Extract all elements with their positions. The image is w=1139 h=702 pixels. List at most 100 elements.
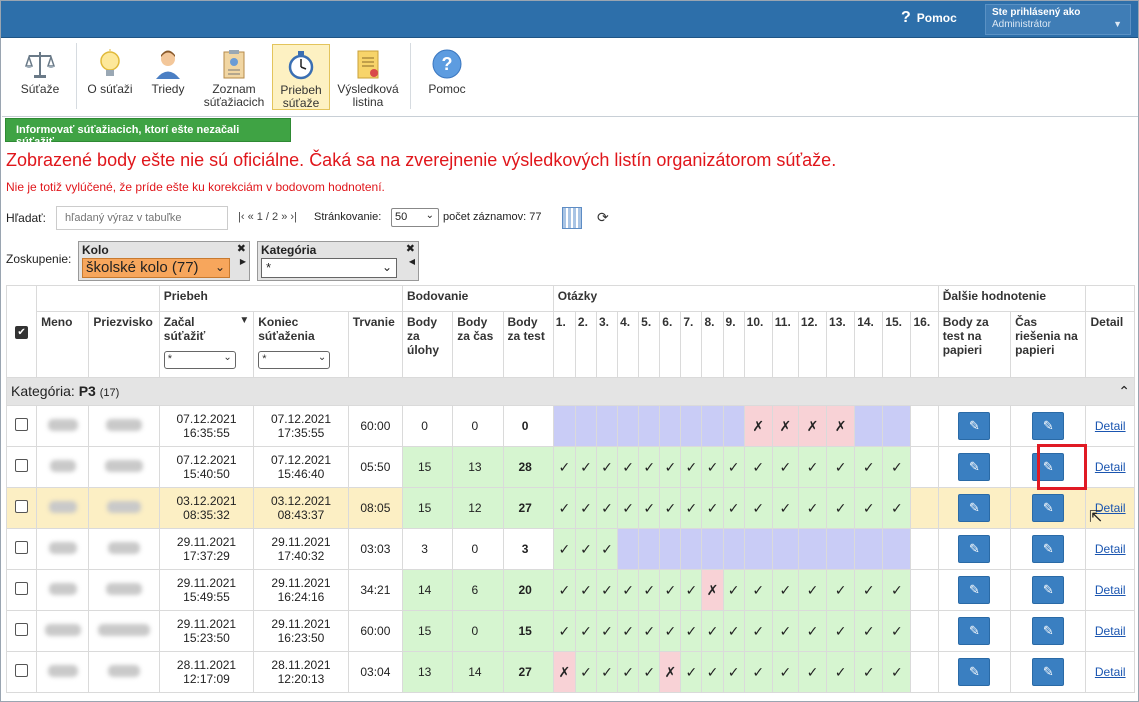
- detail-link[interactable]: Detail: [1095, 460, 1126, 474]
- column-header-body-papier[interactable]: Body za test na papieri: [937, 311, 1012, 378]
- column-header-question[interactable]: 1.: [552, 311, 576, 378]
- column-header-question[interactable]: 16.: [910, 311, 939, 378]
- row-checkbox[interactable]: [15, 500, 29, 513]
- column-header-trvanie[interactable]: Trvanie: [347, 311, 404, 378]
- category-group-row[interactable]: Kategória: P3 (17) ⌃: [6, 377, 1135, 406]
- column-header-meno[interactable]: Meno: [36, 311, 90, 378]
- column-header-question[interactable]: 11.: [771, 311, 799, 378]
- search-input[interactable]: [56, 206, 228, 230]
- column-header-zacal[interactable]: Začal súťažiť ▼ * ⌄: [158, 311, 255, 378]
- column-header-question[interactable]: 15.: [882, 311, 912, 378]
- row-select-cell[interactable]: [5, 405, 38, 447]
- toolbar-item-vysledkova[interactable]: Výsledková listina: [334, 44, 402, 110]
- pencil-icon[interactable]: ✎: [958, 494, 991, 522]
- row-select-cell[interactable]: [5, 528, 38, 570]
- pencil-icon[interactable]: ✎: [958, 453, 991, 481]
- detail-link[interactable]: Detail: [1095, 624, 1126, 638]
- group-kategoria-select[interactable]: * ⌄: [261, 258, 397, 278]
- table-row[interactable]: 28.11.2021 12:17:09 28.11.2021 12:20:13 03:0…: [5, 651, 1135, 693]
- column-header-question[interactable]: 9.: [722, 311, 745, 378]
- row-checkbox[interactable]: [15, 541, 29, 554]
- user-menu[interactable]: Ste prihlásený ako Administrátor ▼: [985, 4, 1131, 35]
- pencil-icon[interactable]: ✎: [1032, 535, 1065, 563]
- column-header-question[interactable]: 3.: [595, 311, 619, 378]
- table-row[interactable]: 29.11.2021 17:37:29 29.11.2021 17:40:32 03:0…: [5, 528, 1135, 570]
- close-icon[interactable]: ✖: [406, 242, 415, 255]
- column-header-body-ulohy[interactable]: Body za úlohy: [401, 311, 454, 378]
- column-header-body-test[interactable]: Body za test: [502, 311, 554, 378]
- table-row[interactable]: 07.12.2021 16:35:55 07.12.2021 17:35:55 60:0…: [5, 405, 1135, 447]
- cell-zacal: 29.11.2021 17:37:29: [158, 528, 255, 570]
- toolbar-item-pomoc[interactable]: ? Pomoc: [420, 44, 474, 110]
- table-row[interactable]: 29.11.2021 15:49:55 29.11.2021 16:24:16 34:2…: [5, 569, 1135, 611]
- pencil-icon[interactable]: ✎: [958, 535, 991, 563]
- column-header-koniec[interactable]: Koniec súťaženia * ⌄: [253, 311, 349, 378]
- columns-icon[interactable]: [562, 207, 582, 229]
- cell-trvanie: 34:21: [347, 569, 404, 611]
- row-select-cell[interactable]: [5, 569, 38, 611]
- help-link[interactable]: ? Pomoc: [901, 9, 957, 27]
- toolbar-item-sutaze[interactable]: Súťaže: [10, 44, 70, 110]
- close-icon[interactable]: ✖: [237, 242, 246, 255]
- column-header-priezvisko[interactable]: Priezvisko: [88, 311, 160, 378]
- group-kolo-select[interactable]: školské kolo (77) ⌄: [82, 258, 230, 278]
- cell-koniec: 07.12.2021 17:35:55: [253, 405, 349, 447]
- row-checkbox[interactable]: [15, 418, 29, 431]
- chevron-up-icon[interactable]: ⌃: [1118, 383, 1130, 400]
- detail-link[interactable]: Detail: [1095, 665, 1126, 679]
- table-row[interactable]: 29.11.2021 15:23:50 29.11.2021 16:23:50 60:0…: [5, 610, 1135, 652]
- row-select-cell[interactable]: [5, 446, 38, 488]
- column-header-question[interactable]: 10.: [743, 311, 773, 378]
- row-select-cell[interactable]: [5, 610, 38, 652]
- move-left-icon[interactable]: ◀: [409, 257, 415, 266]
- row-checkbox[interactable]: [15, 623, 29, 636]
- column-header-question[interactable]: 5.: [638, 311, 661, 378]
- move-right-icon[interactable]: ▶: [240, 257, 246, 266]
- refresh-icon[interactable]: ⟳: [597, 209, 609, 226]
- filter-zacal-select[interactable]: * ⌄: [163, 351, 236, 369]
- checkmark-icon: ✓: [659, 610, 682, 652]
- column-header-cas-papier[interactable]: Čas riešenia na papieri: [1010, 311, 1087, 378]
- pencil-icon[interactable]: ✎: [1032, 658, 1065, 686]
- row-select-cell[interactable]: [5, 651, 38, 693]
- detail-link[interactable]: Detail: [1095, 419, 1126, 433]
- pencil-icon[interactable]: ✎: [958, 576, 991, 604]
- column-header-question[interactable]: 2.: [574, 311, 597, 378]
- column-header-question[interactable]: 4.: [617, 311, 640, 378]
- column-header-question[interactable]: 6.: [659, 311, 682, 378]
- row-checkbox[interactable]: [15, 664, 29, 677]
- pager[interactable]: |‹ « 1 / 2 » ›|: [238, 211, 297, 223]
- filter-koniec-select[interactable]: * ⌄: [258, 351, 331, 369]
- pencil-icon[interactable]: ✎: [1032, 412, 1065, 440]
- table-row[interactable]: 03.12.2021 08:35:32 03.12.2021 08:43:37 08:0…: [5, 487, 1135, 529]
- column-header-question[interactable]: 13.: [826, 311, 856, 378]
- per-page-select[interactable]: 50 ⌄: [391, 208, 439, 227]
- checkmark-icon: ✓: [595, 487, 619, 529]
- toolbar-item-priebeh[interactable]: Priebeh súťaže: [272, 44, 330, 110]
- pencil-icon[interactable]: ✎: [958, 412, 991, 440]
- row-checkbox[interactable]: [15, 459, 29, 472]
- category-label: Kategória:: [11, 383, 75, 399]
- detail-link[interactable]: Detail: [1095, 542, 1126, 556]
- pencil-icon[interactable]: ✎: [1032, 576, 1065, 604]
- pencil-icon[interactable]: ✎: [958, 658, 991, 686]
- pencil-icon[interactable]: ✎: [1032, 494, 1065, 522]
- row-select-cell[interactable]: [5, 487, 38, 529]
- column-header-question[interactable]: 8.: [701, 311, 724, 378]
- column-header-question[interactable]: 12.: [797, 311, 828, 378]
- row-checkbox[interactable]: [15, 582, 29, 595]
- detail-link[interactable]: Detail: [1095, 583, 1126, 597]
- select-all-cell[interactable]: ✔: [5, 285, 38, 378]
- column-header-question[interactable]: 7.: [680, 311, 703, 378]
- pencil-icon[interactable]: ✎: [958, 617, 991, 645]
- pencil-icon[interactable]: ✎: [1032, 617, 1065, 645]
- toolbar-item-zoznam[interactable]: Zoznam súťažiacich: [200, 44, 268, 110]
- table-row[interactable]: 07.12.2021 15:40:50 07.12.2021 15:46:40 05:5…: [5, 446, 1135, 488]
- inform-contestants-button[interactable]: Informovať súťažiacich, ktorí ešte nezač…: [5, 118, 291, 148]
- checkmark-icon: ✓: [722, 446, 745, 488]
- checkbox-checked-icon[interactable]: ✔: [15, 326, 29, 339]
- column-header-body-cas[interactable]: Body za čas: [452, 311, 504, 378]
- toolbar-item-triedy[interactable]: Triedy: [142, 44, 194, 110]
- column-header-question[interactable]: 14.: [854, 311, 884, 378]
- toolbar-item-o-sutazi[interactable]: O súťaži: [84, 44, 136, 110]
